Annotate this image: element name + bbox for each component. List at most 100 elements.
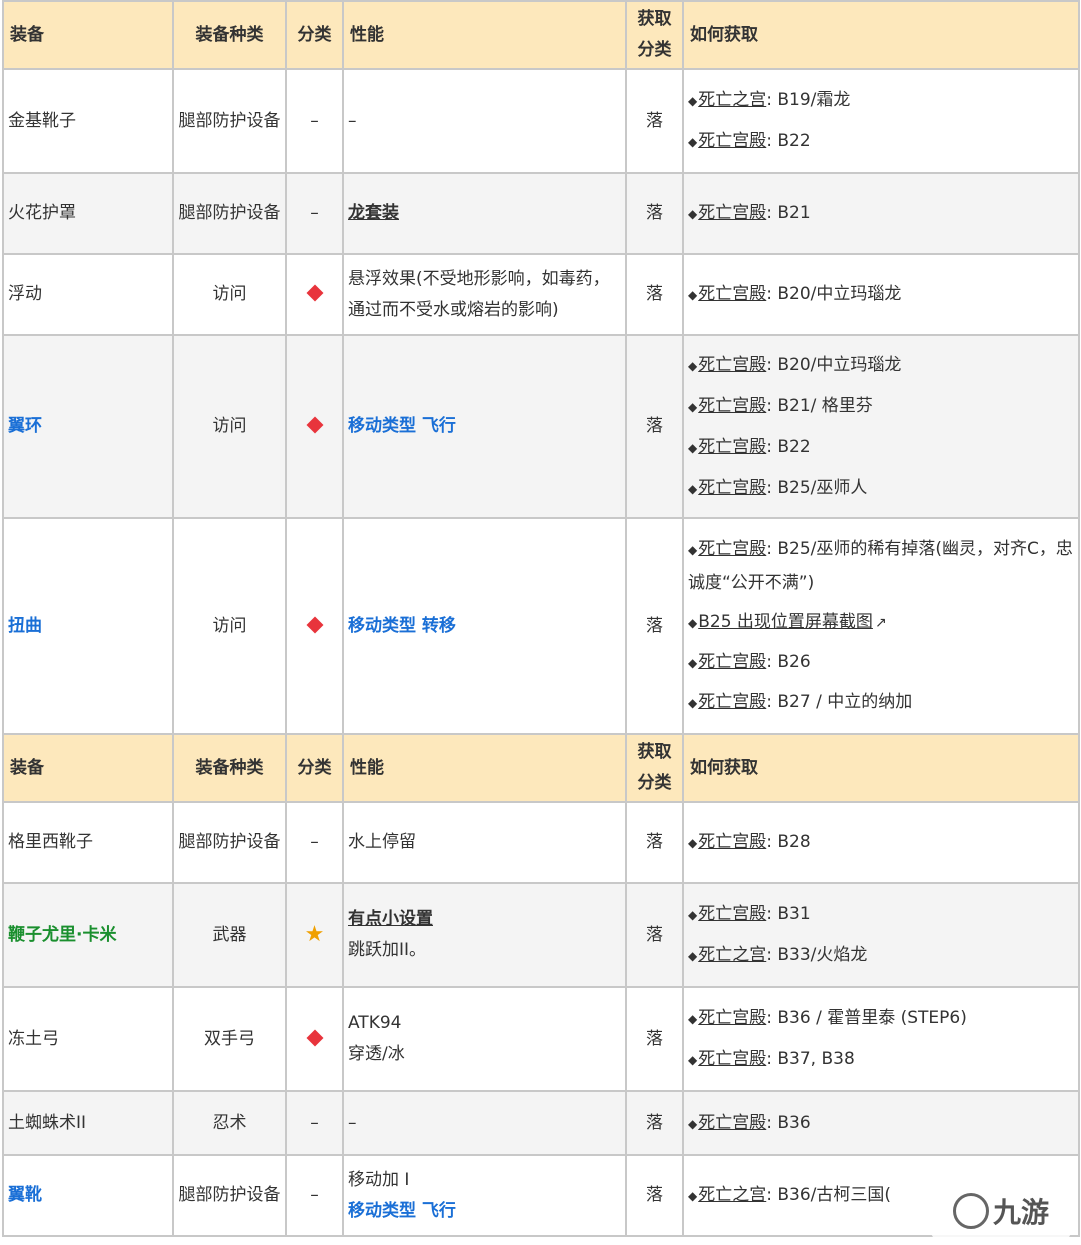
col-equip: 装备: [2, 0, 174, 70]
item-acq: 落: [625, 1090, 684, 1156]
item-cat: –: [285, 1090, 344, 1156]
item-cat: [285, 517, 344, 735]
table-row: 金基靴子 腿部防护设备 – – 落 ◆死亡之宫: B19/霜龙 ◆死亡宫殿: B…: [2, 68, 1080, 174]
col-cat: 分类: [285, 0, 344, 70]
logo-icon: [952, 1193, 989, 1229]
table-row: 鞭子尤里·卡米 武器 ★ 有点小设置 跳跃加II。 落 ◆死亡宫殿: B31 ◆死…: [2, 882, 1080, 988]
item-cat: [285, 253, 344, 336]
item-perf: 龙套装: [342, 172, 627, 255]
red-diamond-icon: [306, 1029, 323, 1046]
item-name[interactable]: 翼环: [2, 334, 174, 519]
table-row: 浮动 访问 悬浮效果(不受地形影响，如毒药，通过而不受水或熔岩的影响) 落 ◆死…: [2, 253, 1080, 336]
source-link[interactable]: 死亡宫殿: [698, 904, 766, 924]
source-link[interactable]: 死亡之宫: [698, 945, 766, 965]
item-perf: 水上停留: [342, 801, 627, 884]
table-row: 格里西靴子 腿部防护设备 – 水上停留 落 ◆死亡宫殿: B28: [2, 801, 1080, 884]
table-header-repeat: 装备 装备种类 分类 性能 获取 分类 如何获取: [2, 733, 1080, 803]
item-acq: 落: [625, 1154, 684, 1237]
item-source: ◆死亡宫殿: B20/中立玛瑙龙: [682, 253, 1080, 336]
table-row: 翼环 访问 移动类型 飞行 落 ◆死亡宫殿: B20/中立玛瑙龙 ◆死亡宫殿: …: [2, 334, 1080, 519]
item-acq: 落: [625, 517, 684, 735]
item-kind: 腿部防护设备: [172, 172, 287, 255]
external-link-icon[interactable]: ↗: [875, 607, 887, 640]
item-cat: [285, 334, 344, 519]
source-link[interactable]: 死亡宫殿: [698, 1008, 766, 1028]
item-kind: 腿部防护设备: [172, 1154, 287, 1237]
source-link[interactable]: 死亡之宫: [698, 90, 766, 110]
item-source: ◆死亡宫殿: B36: [682, 1090, 1080, 1156]
item-name: 冻土弓: [2, 986, 174, 1092]
source-link[interactable]: 死亡宫殿: [698, 539, 766, 559]
item-acq: 落: [625, 253, 684, 336]
item-kind: 武器: [172, 882, 287, 988]
table-row: 扭曲 访问 移动类型 转移 落 ◆死亡宫殿: B25/巫师的稀有掉落(幽灵，对齐…: [2, 517, 1080, 735]
item-perf[interactable]: 移动类型 飞行: [342, 334, 627, 519]
item-perf[interactable]: 移动类型 转移: [342, 517, 627, 735]
perf-link[interactable]: 龙套装: [348, 203, 399, 223]
item-name: 格里西靴子: [2, 801, 174, 884]
item-source: ◆死亡宫殿: B20/中立玛瑙龙 ◆死亡宫殿: B21/ 格里芬 ◆死亡宫殿: …: [682, 334, 1080, 519]
col-perf: 性能: [342, 733, 627, 803]
item-name[interactable]: 鞭子尤里·卡米: [2, 882, 174, 988]
perf-link[interactable]: 移动类型 飞行: [348, 1196, 621, 1227]
source-link[interactable]: 死亡宫殿: [698, 652, 766, 672]
table-row: 冻土弓 双手弓 ATK94 穿透/冰 落 ◆死亡宫殿: B36 / 霍普里泰 (S…: [2, 986, 1080, 1092]
item-acq: 落: [625, 801, 684, 884]
watermark-logo: 九游: [931, 1181, 1071, 1241]
item-name: 金基靴子: [2, 68, 174, 174]
source-link[interactable]: 死亡宫殿: [698, 692, 766, 712]
col-kind: 装备种类: [172, 0, 287, 70]
source-link[interactable]: 死亡宫殿: [698, 1113, 766, 1133]
source-link[interactable]: 死亡宫殿: [698, 396, 766, 416]
source-link[interactable]: 死亡宫殿: [698, 284, 766, 304]
source-link[interactable]: 死亡宫殿: [698, 203, 766, 223]
item-source: ◆死亡宫殿: B28: [682, 801, 1080, 884]
item-source: ◆死亡宫殿: B21: [682, 172, 1080, 255]
item-kind: 访问: [172, 517, 287, 735]
item-perf: –: [342, 1090, 627, 1156]
source-link[interactable]: 死亡宫殿: [698, 131, 766, 151]
item-kind: 访问: [172, 253, 287, 336]
table-row: 翼靴 腿部防护设备 – 移动加 I 移动类型 飞行 落 ◆死亡之宫: B36/古柯…: [2, 1154, 1080, 1237]
item-perf: 悬浮效果(不受地形影响，如毒药，通过而不受水或熔岩的影响): [342, 253, 627, 336]
col-acq: 获取 分类: [625, 0, 684, 70]
source-link[interactable]: 死亡宫殿: [698, 832, 766, 852]
table-header: 装备 装备种类 分类 性能 获取 分类 如何获取: [2, 0, 1080, 70]
item-cat: [285, 986, 344, 1092]
item-name[interactable]: 翼靴: [2, 1154, 174, 1237]
item-perf: 移动加 I 移动类型 飞行: [342, 1154, 627, 1237]
item-name[interactable]: 扭曲: [2, 517, 174, 735]
col-equip: 装备: [2, 733, 174, 803]
table-row: 土蜘蛛术II 忍术 – – 落 ◆死亡宫殿: B36: [2, 1090, 1080, 1156]
gold-star-icon: ★: [304, 921, 325, 947]
item-cat: –: [285, 801, 344, 884]
item-acq: 落: [625, 334, 684, 519]
item-acq: 落: [625, 68, 684, 174]
item-cat: –: [285, 68, 344, 174]
perf-link[interactable]: 有点小设置: [348, 909, 433, 929]
red-diamond-icon: [306, 616, 323, 633]
item-kind: 腿部防护设备: [172, 68, 287, 174]
item-source: ◆死亡宫殿: B25/巫师的稀有掉落(幽灵，对齐C，忠诚度“公开不满”) ◆B2…: [682, 517, 1080, 735]
source-link[interactable]: 死亡宫殿: [698, 437, 766, 457]
item-kind: 双手弓: [172, 986, 287, 1092]
source-link[interactable]: 死亡宫殿: [698, 478, 766, 498]
source-link[interactable]: 死亡之宫: [698, 1185, 766, 1205]
table-row: 火花护罩 腿部防护设备 – 龙套装 落 ◆死亡宫殿: B21: [2, 172, 1080, 255]
source-link[interactable]: 死亡宫殿: [698, 355, 766, 375]
item-kind: 忍术: [172, 1090, 287, 1156]
item-kind: 访问: [172, 334, 287, 519]
equipment-table: 装备 装备种类 分类 性能 获取 分类 如何获取 金基靴子 腿部防护设备 – – …: [2, 0, 1080, 1237]
screenshot-link[interactable]: B25 出现位置屏幕截图: [698, 612, 873, 632]
item-cat: ★: [285, 882, 344, 988]
red-diamond-icon: [306, 284, 323, 302]
col-perf: 性能: [342, 0, 627, 70]
item-perf: –: [342, 68, 627, 174]
item-cat: –: [285, 1154, 344, 1237]
item-acq: 落: [625, 882, 684, 988]
source-link[interactable]: 死亡宫殿: [698, 1049, 766, 1069]
item-source: ◆死亡宫殿: B31 ◆死亡之宫: B33/火焰龙: [682, 882, 1080, 988]
item-perf: ATK94 穿透/冰: [342, 986, 627, 1092]
col-how: 如何获取: [682, 733, 1080, 803]
col-kind: 装备种类: [172, 733, 287, 803]
